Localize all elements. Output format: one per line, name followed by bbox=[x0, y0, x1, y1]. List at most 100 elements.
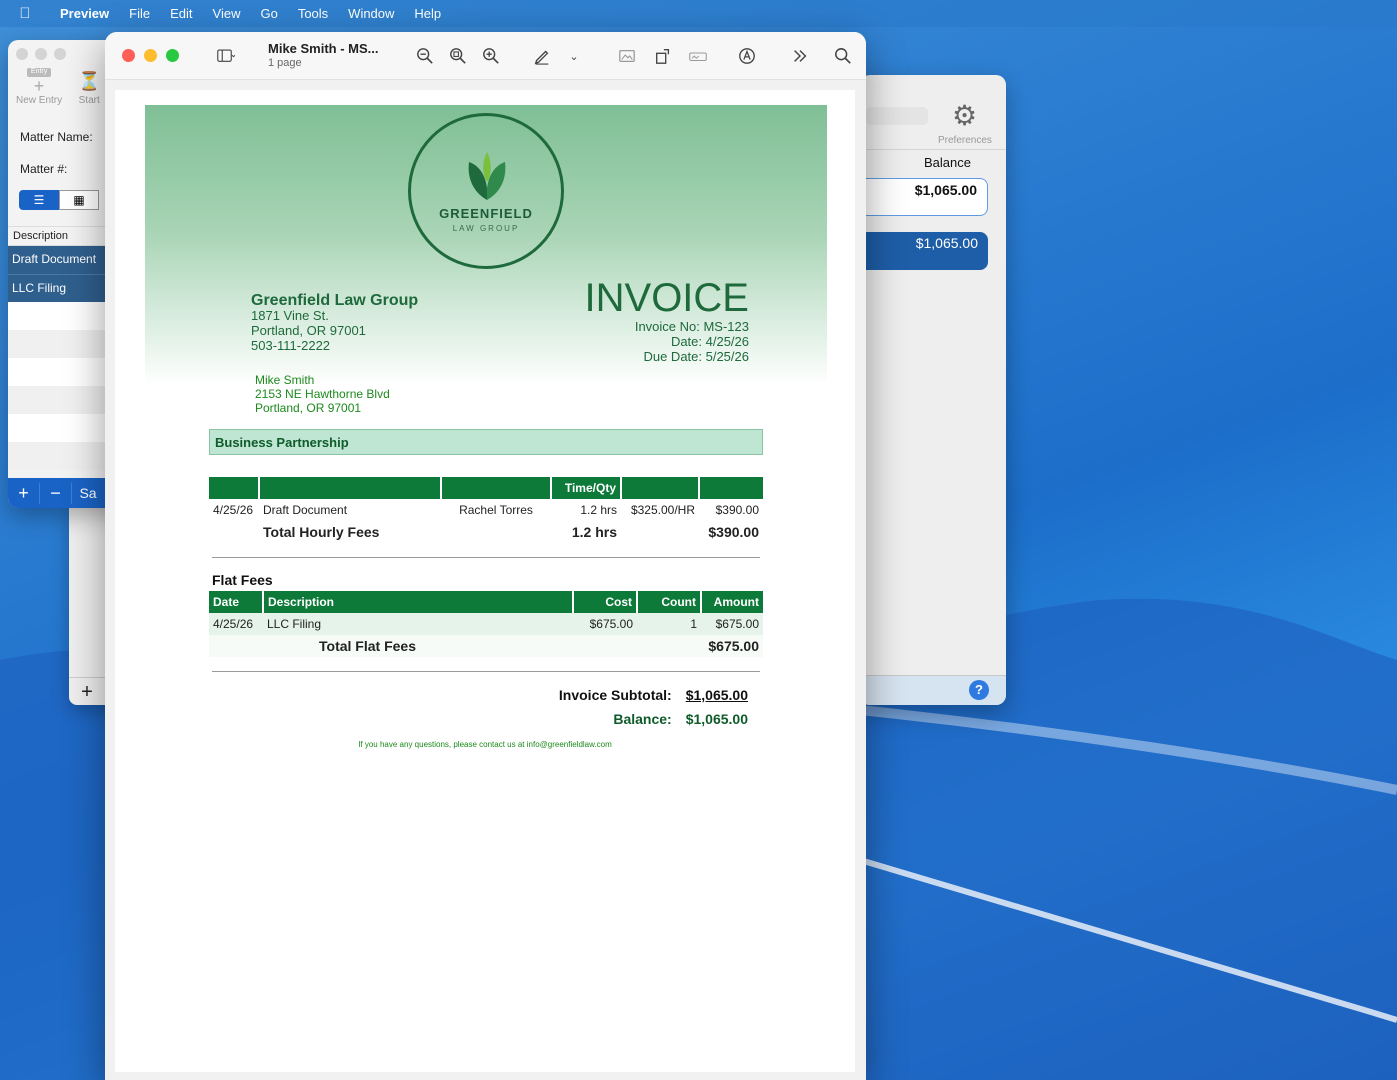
sidebar-toggle-icon[interactable] bbox=[208, 44, 244, 68]
cell-amount: $675.00 bbox=[715, 617, 759, 631]
firm-address: Greenfield Law Group 1871 Vine St. Portl… bbox=[251, 293, 418, 354]
help-button[interactable]: ? bbox=[969, 680, 989, 700]
total-row: Total Flat Fees $675.00 bbox=[209, 635, 763, 657]
menu-app-name[interactable]: Preview bbox=[50, 6, 119, 21]
new-entry-button[interactable]: Entry + New Entry bbox=[16, 68, 62, 106]
leaf-icon bbox=[468, 152, 506, 200]
balance-row: Balance: $1,065.00 bbox=[599, 711, 748, 727]
column-header bbox=[259, 477, 442, 499]
sign-icon[interactable] bbox=[685, 44, 711, 68]
apple-icon[interactable]:  bbox=[0, 5, 50, 22]
divider bbox=[212, 671, 760, 672]
preview-toolbar: Mike Smith - MS... 1 page ⌄ bbox=[105, 32, 866, 80]
window-footer: ? bbox=[860, 675, 1006, 705]
hourglass-icon: ⏳ bbox=[78, 71, 101, 91]
table-row: 4/25/26 LLC Filing $675.00 1 $675.00 bbox=[209, 613, 763, 635]
menu-tools[interactable]: Tools bbox=[288, 6, 338, 21]
logo-subname: LAW GROUP bbox=[452, 224, 520, 233]
firm-street: 1871 Vine St. bbox=[251, 308, 329, 323]
cell-timekeeper: Rachel Torres bbox=[459, 503, 533, 517]
cell-rate: $325.00/HR bbox=[630, 503, 695, 517]
zoom-button[interactable] bbox=[166, 49, 179, 62]
divider bbox=[212, 557, 760, 558]
menu-edit[interactable]: Edit bbox=[160, 6, 202, 21]
window-title: Mike Smith - MS... bbox=[268, 41, 379, 56]
total-hourly-label: Total Hourly Fees bbox=[263, 524, 380, 540]
logo-name: GREENFIELD bbox=[439, 206, 533, 221]
grid-view-icon[interactable]: ▦ bbox=[59, 190, 99, 210]
total-flat-label: Total Flat Fees bbox=[319, 638, 416, 654]
search-field[interactable] bbox=[866, 107, 928, 125]
total-flat-amount: $675.00 bbox=[708, 638, 759, 654]
billing-window: ⚙ Preferences Balance $1,065.00 $1,065.0… bbox=[860, 75, 1006, 705]
flat-fees-table: Date Description Cost Count Amount 4/25/… bbox=[209, 591, 763, 657]
annotate-icon[interactable] bbox=[735, 44, 759, 68]
column-header bbox=[621, 477, 700, 499]
hourly-fees-table: Time/Qty 4/25/26 Draft Document Rachel T… bbox=[209, 477, 763, 543]
start-button[interactable]: ⏳ Start bbox=[78, 68, 100, 106]
cell-date: 4/25/26 bbox=[213, 503, 254, 517]
contact-footer: If you have any questions, please contac… bbox=[358, 740, 612, 749]
cell-cost: $675.00 bbox=[589, 617, 633, 631]
column-header: Cost bbox=[573, 591, 638, 613]
window-controls bbox=[122, 49, 179, 62]
rotate-icon[interactable] bbox=[651, 44, 675, 68]
divider bbox=[860, 149, 1006, 150]
zoom-button[interactable] bbox=[54, 48, 66, 60]
window-subtitle: 1 page bbox=[268, 57, 302, 69]
menu-window[interactable]: Window bbox=[338, 6, 404, 21]
start-label: Start bbox=[78, 95, 100, 106]
close-button[interactable] bbox=[16, 48, 28, 60]
new-entry-label: New Entry bbox=[16, 95, 63, 106]
menu-help[interactable]: Help bbox=[404, 6, 451, 21]
actual-size-icon[interactable] bbox=[446, 44, 470, 68]
save-button[interactable]: Sa bbox=[72, 485, 104, 501]
minimize-button[interactable] bbox=[144, 49, 157, 62]
invoice-page: GREENFIELD LAW GROUP Greenfield Law Grou… bbox=[115, 90, 855, 1072]
firm-city: Portland, OR 97001 bbox=[251, 323, 366, 338]
column-header: Amount bbox=[701, 591, 763, 613]
chevron-down-icon[interactable]: ⌄ bbox=[565, 44, 583, 68]
gear-icon[interactable]: ⚙ bbox=[952, 99, 977, 132]
invoice-subtotal-row: Invoice Subtotal: $1,065.00 bbox=[545, 687, 748, 703]
client-street: 2153 NE Hawthorne Blvd bbox=[255, 387, 390, 401]
client-city: Portland, OR 97001 bbox=[255, 401, 362, 415]
balance-value-selected[interactable]: $1,065.00 bbox=[860, 232, 988, 270]
window-controls bbox=[16, 48, 66, 60]
column-header bbox=[441, 477, 552, 499]
menu-view[interactable]: View bbox=[203, 6, 251, 21]
invoice-date: Date: 4/25/26 bbox=[670, 334, 749, 349]
matter-name-label: Matter Name: bbox=[20, 130, 93, 144]
more-tools-icon[interactable] bbox=[788, 44, 812, 68]
cell-description: LLC Filing bbox=[267, 617, 322, 631]
balance-value: $1,065.00 bbox=[685, 711, 748, 727]
menu-file[interactable]: File bbox=[119, 6, 160, 21]
cell-description: Draft Document bbox=[263, 503, 348, 517]
subtotal-label: Invoice Subtotal: bbox=[558, 687, 672, 703]
subtotal-value: $1,065.00 bbox=[685, 687, 748, 703]
list-view-icon[interactable]: ☰ bbox=[19, 190, 59, 210]
minimize-button[interactable] bbox=[35, 48, 47, 60]
balance-value[interactable]: $1,065.00 bbox=[860, 178, 988, 216]
zoom-out-icon[interactable] bbox=[413, 44, 437, 68]
cell-amount: $390.00 bbox=[715, 503, 759, 517]
cell-date: 4/25/26 bbox=[213, 617, 254, 631]
remove-entry-button[interactable]: − bbox=[40, 482, 72, 504]
document-area[interactable]: GREENFIELD LAW GROUP Greenfield Law Grou… bbox=[105, 80, 866, 1080]
zoom-in-icon[interactable] bbox=[479, 44, 503, 68]
preferences-label[interactable]: Preferences bbox=[938, 135, 992, 146]
close-button[interactable] bbox=[122, 49, 135, 62]
view-segmented-control: ☰ ▦ bbox=[19, 190, 99, 210]
column-header: Description bbox=[263, 591, 574, 613]
total-hourly-amount: $390.00 bbox=[708, 524, 759, 540]
markup-pen-icon[interactable] bbox=[529, 44, 555, 68]
add-button[interactable]: + bbox=[69, 677, 105, 705]
add-entry-button[interactable]: + bbox=[8, 482, 40, 504]
invoice-header: GREENFIELD LAW GROUP Greenfield Law Grou… bbox=[145, 105, 827, 385]
column-header: Time/Qty bbox=[551, 477, 622, 499]
invoice-title: INVOICE bbox=[584, 276, 749, 320]
search-icon[interactable] bbox=[831, 44, 855, 68]
menu-go[interactable]: Go bbox=[250, 6, 287, 21]
firm-logo: GREENFIELD LAW GROUP bbox=[408, 113, 564, 269]
crop-icon[interactable] bbox=[615, 44, 639, 68]
